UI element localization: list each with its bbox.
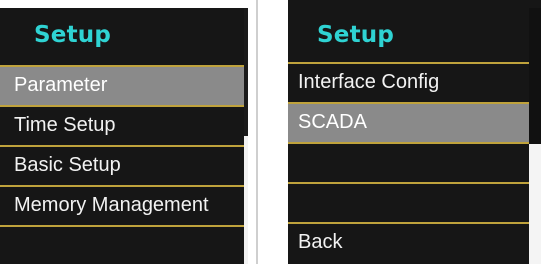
menu-item-interface-config[interactable]: Interface Config xyxy=(288,62,529,102)
scrollbar-thumb[interactable] xyxy=(529,8,541,144)
menu-item-empty[interactable] xyxy=(0,225,248,264)
menu-item-empty[interactable] xyxy=(288,142,529,182)
menu-title: Setup xyxy=(34,22,111,48)
menu-item-basic-setup[interactable]: Basic Setup xyxy=(0,145,248,185)
menu-list: Parameter Time Setup Basic Setup Memory … xyxy=(0,65,248,264)
menu-item-scada[interactable]: SCADA xyxy=(288,102,529,142)
stage: Setup Parameter Time Setup Basic Setup M… xyxy=(0,0,541,264)
menu-item-label: Interface Config xyxy=(298,71,440,93)
menu-item-label: SCADA xyxy=(298,111,367,133)
menu-item-empty[interactable] xyxy=(288,182,529,222)
setup-menu-screen-left: Setup Parameter Time Setup Basic Setup M… xyxy=(0,8,248,264)
menu-list: Interface Config SCADA Back xyxy=(288,62,529,262)
menu-item-label: Memory Management xyxy=(14,194,209,216)
menu-item-label: Time Setup xyxy=(14,114,116,136)
setup-menu-screen-right: Setup Interface Config SCADA Back xyxy=(288,0,541,264)
scrollbar-thumb[interactable] xyxy=(244,8,248,136)
menu-item-back[interactable]: Back xyxy=(288,222,529,262)
menu-title: Setup xyxy=(317,22,394,48)
menu-item-memory-management[interactable]: Memory Management xyxy=(0,185,248,225)
image-divider xyxy=(256,0,258,264)
menu-item-label: Basic Setup xyxy=(14,154,121,176)
menu-item-time-setup[interactable]: Time Setup xyxy=(0,105,248,145)
menu-item-label: Back xyxy=(298,231,343,253)
menu-item-label: Parameter xyxy=(14,74,108,96)
menu-item-parameter[interactable]: Parameter xyxy=(0,65,248,105)
